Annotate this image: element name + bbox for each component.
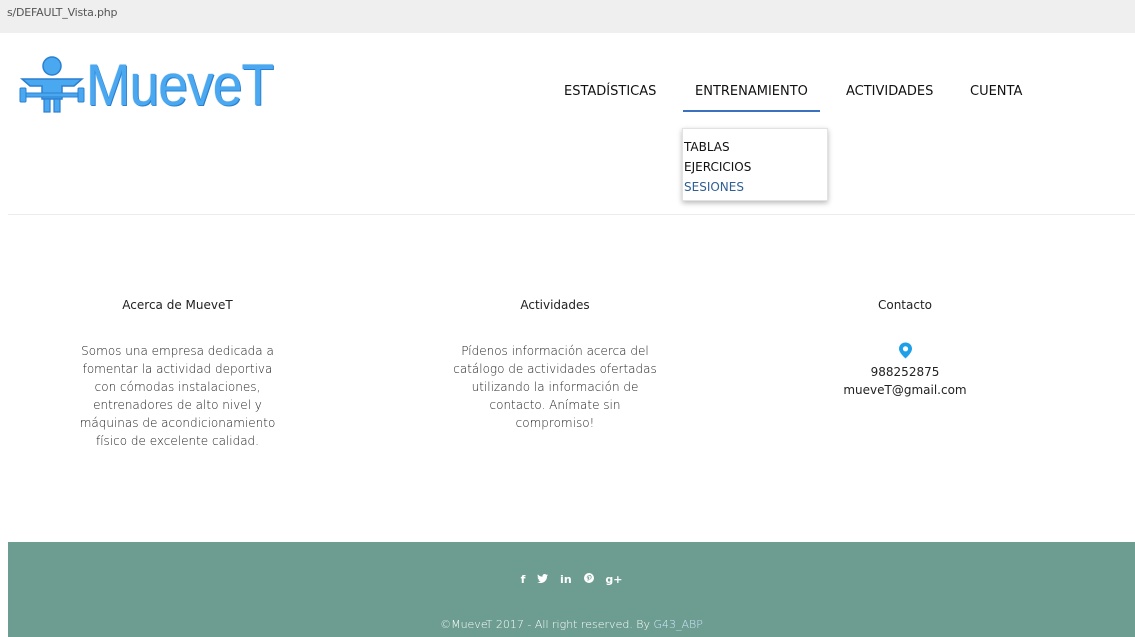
nav-item-estadisticas[interactable]: ESTADÍSTICAS [564, 72, 656, 110]
browser-url-bar[interactable]: s/DEFAULT_Vista.php [0, 0, 1135, 33]
contact-phone: 988252875 [870, 365, 940, 379]
about-title: Acerca de MueveT [122, 298, 233, 312]
logo-text: MueveT [86, 53, 274, 118]
twitter-icon[interactable] [537, 573, 549, 586]
activities-title: Actividades [520, 298, 590, 312]
copyright-text: ©MueveT 2017 - All right reserved. By [440, 618, 654, 631]
social-links: f in g+ [8, 573, 1135, 586]
google-plus-icon[interactable]: g+ [605, 573, 622, 586]
dropdown-item-sesiones[interactable]: SESIONES [683, 177, 827, 197]
location-pin-icon [898, 342, 912, 359]
contact-title: Contacto [877, 298, 933, 312]
activities-text: Pídenos información acerca del catálogo … [453, 344, 657, 430]
footer: f in g+ ©MueveT 2017 - All right reserve… [8, 542, 1135, 637]
contact-section: Contacto 988252875 mueveT@gmail.com [820, 296, 990, 399]
linkedin-icon[interactable]: in [560, 573, 572, 586]
about-text: Somos una empresa dedicada a fomentar la… [79, 344, 276, 448]
copyright: ©MueveT 2017 - All right reserved. By G4… [8, 618, 1135, 631]
entrenamiento-dropdown: TABLAS EJERCICIOS SESIONES [682, 128, 828, 201]
nav-item-entrenamiento[interactable]: ENTRENAMIENTO [683, 72, 820, 112]
pinterest-icon[interactable] [583, 573, 594, 586]
dropdown-item-ejercicios[interactable]: EJERCICIOS [683, 157, 827, 177]
weightlifter-logo-icon [19, 56, 85, 113]
nav-item-cuenta[interactable]: CUENTA [970, 72, 1022, 110]
nav-item-actividades[interactable]: ACTIVIDADES [846, 72, 933, 110]
header-divider [8, 214, 1135, 215]
author-link[interactable]: G43_ABP [654, 618, 703, 631]
facebook-icon[interactable]: f [521, 573, 526, 586]
dropdown-item-tablas[interactable]: TABLAS [683, 137, 827, 157]
contact-email[interactable]: mueveT@gmail.com [820, 381, 990, 399]
url-text: s/DEFAULT_Vista.php [7, 6, 118, 19]
about-section: Acerca de MueveT Somos una empresa dedic… [70, 296, 285, 450]
logo[interactable]: MueveT [18, 55, 290, 115]
activities-section: Actividades Pídenos información acerca d… [445, 296, 665, 432]
